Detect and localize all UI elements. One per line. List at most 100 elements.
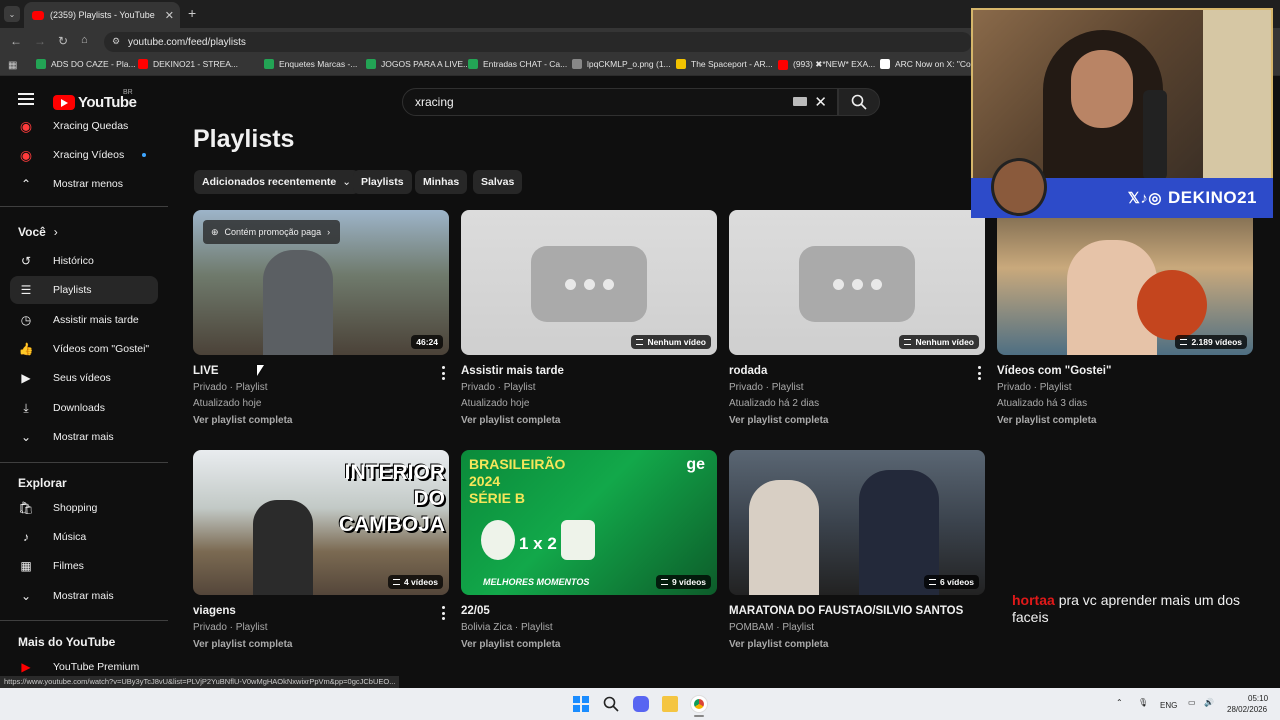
filter-chip[interactable]: Minhas: [415, 170, 468, 194]
sidebar-heading-you[interactable]: Você ›: [18, 225, 58, 239]
bookmark-favicon-icon: [676, 59, 686, 69]
channel-avatar-icon: ◉: [19, 117, 33, 134]
playlist-title[interactable]: Vídeos com "Gostei": [997, 365, 1111, 377]
more-options-icon[interactable]: [441, 366, 445, 380]
windows-start-icon[interactable]: [573, 696, 589, 712]
playlist-title[interactable]: rodada: [729, 365, 767, 377]
sidebar-item-downloads[interactable]: ⤓ Downloads: [10, 394, 158, 422]
clock-date[interactable]: 28/02/2026: [1227, 705, 1267, 714]
keyboard-icon[interactable]: [793, 97, 807, 106]
sidebar-item-playlists[interactable]: ☰ Playlists: [10, 276, 158, 304]
paid-promotion-label[interactable]: ⊕ Contém promoção paga ›: [203, 220, 341, 244]
playlist-title[interactable]: 22/05: [461, 605, 490, 617]
bookmark-item[interactable]: (993) ✖*NEW* EXA...: [778, 59, 875, 70]
logo-text: YouTube: [78, 94, 137, 111]
your-videos-icon: ▶: [21, 371, 31, 385]
filter-chip[interactable]: Playlists: [353, 170, 412, 194]
bookmark-item[interactable]: JOGOS PARA A LIVE...: [366, 59, 470, 69]
bookmark-favicon-icon: [366, 59, 376, 69]
bookmark-item[interactable]: ADS DO CAZE - Pla...: [36, 59, 136, 69]
reload-icon[interactable]: ↻: [58, 34, 68, 48]
sidebar-item-hist-rico[interactable]: ↺ Histórico: [10, 247, 158, 275]
playlist-icon: [636, 339, 644, 345]
sidebar-item-mostrar-mais[interactable]: ⌄ Mostrar mais: [10, 582, 158, 610]
chip-label: Playlists: [361, 176, 404, 188]
team-crest-right: [561, 520, 595, 560]
view-full-playlist-link[interactable]: Ver playlist completa: [729, 415, 829, 426]
file-explorer-icon[interactable]: [662, 696, 678, 712]
back-icon[interactable]: ←: [10, 34, 22, 48]
forward-icon[interactable]: →: [34, 34, 46, 48]
filter-chip[interactable]: Salvas: [473, 170, 523, 194]
sidebar-item-shopping[interactable]: 🛍 Shopping: [10, 494, 158, 522]
view-full-playlist-link[interactable]: Ver playlist completa: [997, 415, 1097, 426]
view-full-playlist-link[interactable]: Ver playlist completa: [193, 639, 293, 650]
more-options-icon[interactable]: [977, 366, 981, 380]
playlist-thumbnail[interactable]: Nenhum vídeo: [461, 210, 717, 355]
tab-search-dropdown-icon[interactable]: ⌄: [4, 6, 20, 22]
sidebar-item-filmes[interactable]: ▦ Filmes: [10, 552, 158, 580]
bookmark-item[interactable]: Entradas CHAT - Ca...: [468, 59, 567, 69]
sidebar-item-m-sica[interactable]: ♪ Música: [10, 523, 158, 551]
playlist-title[interactable]: viagens: [193, 605, 236, 617]
playlist-title[interactable]: MARATONA DO FAUSTAO/SILVIO SANTOS: [729, 605, 963, 617]
language-indicator[interactable]: ENG: [1160, 701, 1177, 710]
sidebar-item-xracing-quedas[interactable]: ◉ Xracing Quedas: [10, 112, 158, 140]
watch-later-icon: ◷: [20, 313, 32, 327]
sidebar-item-assistir-mais-tarde[interactable]: ◷ Assistir mais tarde: [10, 306, 158, 334]
playlist-meta: Bolivia Zica · Playlist: [461, 622, 553, 633]
browser-tab-active[interactable]: (2359) Playlists - YouTube ✕: [24, 2, 180, 28]
view-full-playlist-link[interactable]: Ver playlist completa: [729, 639, 829, 650]
bookmark-item[interactable]: lpqCKMLP_o.png (1...: [572, 59, 671, 69]
search-value: xracing: [415, 95, 454, 109]
playlist-thumbnail[interactable]: 6 vídeos: [729, 450, 985, 595]
more-options-icon[interactable]: [441, 606, 445, 620]
home-icon[interactable]: ⌂: [81, 34, 88, 46]
microphone-icon[interactable]: 🎙: [1138, 698, 1148, 707]
volume-icon[interactable]: 🔊: [1204, 698, 1214, 707]
sidebar-divider: [0, 462, 168, 463]
playlist-title[interactable]: LIVE: [193, 365, 219, 377]
view-full-playlist-link[interactable]: Ver playlist completa: [461, 639, 561, 650]
clock-time[interactable]: 05:10: [1248, 694, 1268, 703]
sidebar-heading-more-youtube: Mais do YouTube: [18, 635, 116, 649]
playlist-updated: Atualizado há 3 dias: [997, 398, 1088, 409]
sidebar-item-seus-v-deos[interactable]: ▶ Seus vídeos: [10, 364, 158, 392]
playlist-thumbnail[interactable]: Nenhum vídeo: [729, 210, 985, 355]
sidebar-item-v-deos-com-gostei[interactable]: 👍 Vídeos com "Gostei": [10, 335, 158, 363]
site-info-icon[interactable]: ⚙: [112, 36, 120, 47]
bookmark-item[interactable]: Enquetes Marcas -...: [264, 59, 357, 69]
taskbar-search-icon[interactable]: [603, 696, 619, 712]
playlist-thumbnail[interactable]: 2.189 vídeos: [997, 210, 1253, 355]
close-tab-icon[interactable]: ✕: [165, 9, 174, 22]
url-text: youtube.com/feed/playlists: [128, 36, 246, 48]
playlist-meta: Privado · Playlist: [193, 382, 268, 393]
discord-icon[interactable]: [633, 696, 649, 712]
sidebar-item-mostrar-mais[interactable]: ⌄ Mostrar mais: [10, 423, 158, 451]
search-button[interactable]: [838, 88, 880, 116]
tray-chevron-icon[interactable]: ⌃: [1116, 698, 1123, 707]
apps-grid-icon[interactable]: ▦: [8, 60, 17, 71]
sidebar-item-xracing-v-deos[interactable]: ◉ Xracing Vídeos: [10, 141, 158, 169]
youtube-logo[interactable]: YouTube BR: [53, 89, 137, 111]
address-bar[interactable]: ⚙ youtube.com/feed/playlists: [104, 32, 972, 52]
bookmark-item[interactable]: The Spaceport - AR...: [676, 59, 773, 69]
playlist-thumbnail[interactable]: BRASILEIRÃO 2024 SÉRIE B ge 1 x 2 MELHORES …: [461, 450, 717, 595]
playlist-thumbnail[interactable]: ⊕ Contém promoção paga › 46:24: [193, 210, 449, 355]
hamburger-menu-icon[interactable]: [18, 93, 34, 107]
chrome-icon[interactable]: [691, 696, 707, 712]
playlist-thumbnail[interactable]: INTERIOR DO CAMBOJA 4 vídeos: [193, 450, 449, 595]
view-full-playlist-link[interactable]: Ver playlist completa: [461, 415, 561, 426]
network-icon[interactable]: ▭: [1188, 698, 1196, 707]
new-tab-icon[interactable]: +: [188, 5, 196, 21]
filter-chip[interactable]: Adicionados recentemente ⌄: [194, 170, 360, 194]
view-full-playlist-link[interactable]: Ver playlist completa: [193, 415, 293, 426]
clear-search-icon[interactable]: ✕: [814, 93, 827, 111]
bookmark-item[interactable]: DEKINO21 - STREA...: [138, 59, 238, 69]
playlist-meta: Privado · Playlist: [997, 382, 1072, 393]
bookmark-item[interactable]: ARC Now on X: "Co...: [880, 59, 978, 69]
search-input[interactable]: xracing ✕: [402, 88, 838, 116]
sidebar-item-mostrar-menos[interactable]: ⌃ Mostrar menos: [10, 170, 158, 198]
playlist-title[interactable]: Assistir mais tarde: [461, 365, 564, 377]
sidebar-item-label: Shopping: [53, 502, 98, 514]
